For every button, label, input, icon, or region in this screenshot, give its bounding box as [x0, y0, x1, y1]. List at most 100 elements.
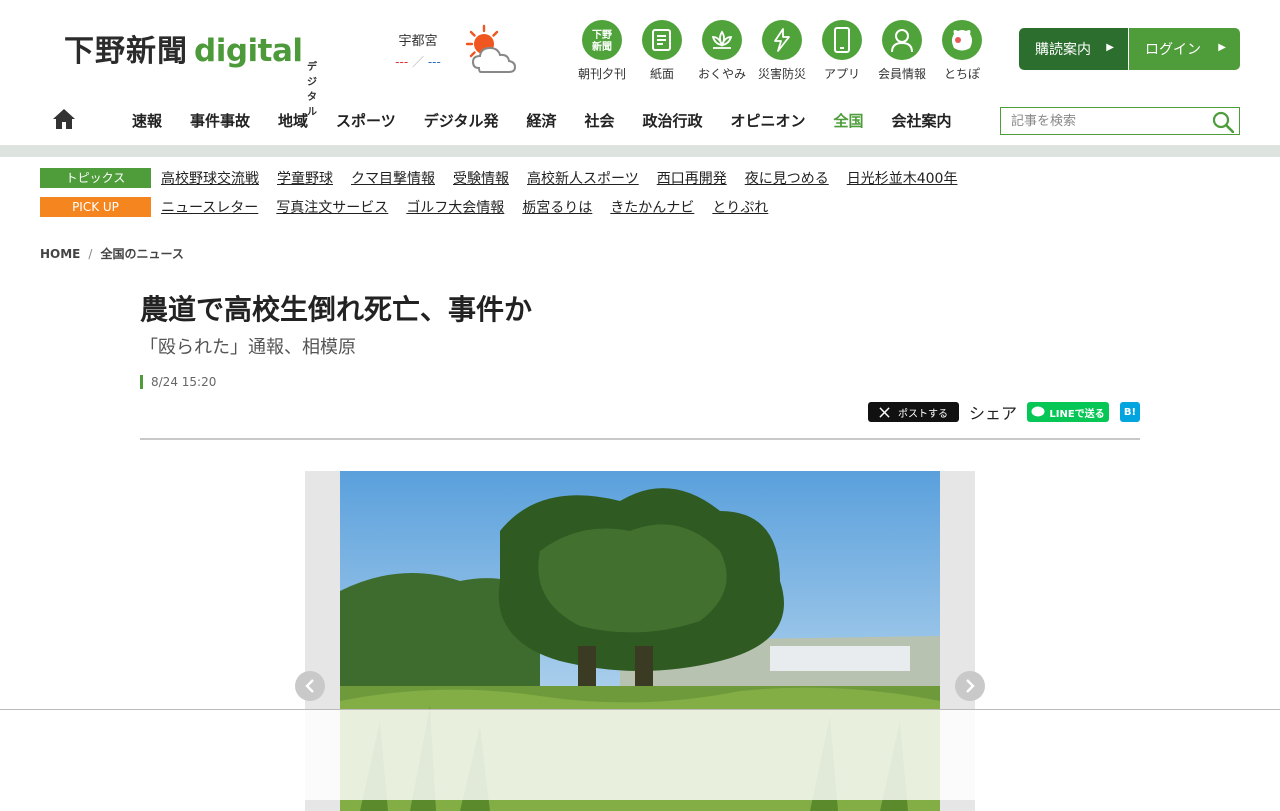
line-send-button[interactable]: LINEで送る	[1027, 402, 1110, 422]
pickup-link[interactable]: とりぷれ	[712, 197, 768, 217]
article-headline: 農道で高校生倒れ死亡、事件か	[140, 293, 533, 326]
topic-link[interactable]: 夜に見つめる	[745, 168, 829, 188]
sun-cloud-icon	[465, 24, 517, 73]
smartphone-icon	[822, 20, 862, 60]
slider-prev-button[interactable]	[295, 671, 325, 701]
login-button[interactable]: ログイン ▶	[1129, 28, 1240, 70]
quick-nav: 下野 新聞 朝刊夕刊 紙面 おくやみ 災害防災 アプリ 会員情報 とちぽ	[572, 20, 992, 82]
share-row: ポストする シェア LINEで送る B!	[868, 400, 1141, 424]
topics-links: 高校野球交流戦 学童野球 クマ目撃情報 受験情報 高校新人スポーツ 西口再開発 …	[161, 168, 975, 188]
article-divider	[140, 438, 1140, 440]
hatena-bookmark-button[interactable]: B!	[1120, 402, 1141, 422]
nav-item[interactable]: 政治行政	[628, 95, 716, 145]
quick-nav-label: 会員情報	[877, 67, 926, 81]
topics-row: トピックス 高校野球交流戦 学童野球 クマ目撃情報 受験情報 高校新人スポーツ …	[40, 167, 975, 189]
nav-item[interactable]: デジタル発	[410, 95, 513, 145]
lotus-icon	[702, 20, 742, 60]
pickup-link[interactable]: きたかんナビ	[610, 197, 694, 217]
nav-item[interactable]: 地域	[264, 95, 322, 145]
disaster-icon	[762, 20, 802, 60]
article-subhead: 「殴られた」通報、相模原	[140, 337, 356, 358]
svg-text:下野: 下野	[592, 29, 612, 41]
site-header: 下野新聞 digital デジタル 宇都宮 --- ／ --- 下野 新聞 朝刊夕…	[0, 0, 1280, 118]
nav-item[interactable]: 速報	[118, 95, 176, 145]
member-icon	[882, 20, 922, 60]
nav-item[interactable]: 事件事故	[176, 95, 264, 145]
weather-high: ---	[395, 55, 409, 69]
site-logo[interactable]: 下野新聞 digital デジタル	[64, 26, 317, 118]
nav-item[interactable]: 社会	[570, 95, 628, 145]
subscribe-button[interactable]: 購読案内 ▶	[1019, 28, 1129, 70]
mascot-icon	[942, 20, 982, 60]
slider-next-button[interactable]	[955, 671, 985, 701]
x-post-button[interactable]: ポストする	[868, 402, 959, 422]
nav-item[interactable]: 会社案内	[878, 95, 966, 145]
quick-nav-label: おくやみ	[697, 67, 746, 81]
svg-text:新聞: 新聞	[592, 40, 612, 53]
pickup-link[interactable]: ニュースレター	[161, 197, 258, 217]
paper-icon	[642, 20, 682, 60]
nav-item[interactable]: スポーツ	[322, 95, 410, 145]
pickup-row: PICK UP ニュースレター 写真注文サービス ゴルフ大会情報 栃宮るりは き…	[40, 196, 786, 218]
nav-band	[0, 145, 1280, 157]
quick-nav-member[interactable]: 会員情報	[872, 20, 932, 82]
x-logo-icon	[879, 406, 890, 418]
topic-link[interactable]: 受験情報	[453, 168, 509, 188]
nav-item[interactable]: オピニオン	[717, 95, 820, 145]
line-send-label: LINEで送る	[1049, 408, 1105, 420]
quick-nav-chokan-yukan[interactable]: 下野 新聞 朝刊夕刊	[572, 20, 632, 82]
article-header: 農道で高校生倒れ死亡、事件か 「殴られた」通報、相模原 8/24 15:20 ポ…	[140, 292, 1141, 423]
triangle-right-icon: ▶	[1106, 42, 1114, 53]
home-icon[interactable]	[52, 108, 76, 130]
logo-digital: digital	[194, 33, 303, 69]
chevron-left-icon	[305, 679, 314, 693]
quick-nav-tochipo[interactable]: とちぽ	[932, 20, 992, 82]
nav-items: 速報 事件事故 地域 スポーツ デジタル発 経済 社会 政治行政 オピニオン 全…	[118, 95, 966, 157]
quick-nav-label: 紙面	[649, 67, 674, 81]
topic-link[interactable]: 日光杉並木400年	[847, 168, 958, 188]
pickup-link[interactable]: ゴルフ大会情報	[406, 197, 504, 217]
article-date: 8/24 15:20	[140, 375, 1140, 389]
nav-item[interactable]: 経済	[512, 95, 570, 145]
pickup-badge: PICK UP	[40, 197, 151, 217]
nav-item[interactable]: 全国	[819, 95, 878, 157]
pickup-links: ニュースレター 写真注文サービス ゴルフ大会情報 栃宮るりは きたかんナビ とり…	[161, 197, 786, 217]
topic-link[interactable]: 西口再開発	[657, 168, 727, 188]
triangle-right-icon: ▶	[1218, 42, 1226, 53]
login-label: ログイン	[1145, 42, 1201, 58]
weather-widget[interactable]: 宇都宮 --- ／ ---	[388, 30, 448, 70]
line-logo-icon	[1031, 406, 1045, 417]
topic-link[interactable]: 高校新人スポーツ	[527, 168, 639, 188]
topic-link[interactable]: クマ目撃情報	[351, 168, 435, 188]
breadcrumb: HOME / 全国のニュース	[40, 245, 184, 262]
search-box	[1000, 107, 1240, 135]
weather-low: ---	[427, 55, 441, 69]
pickup-link[interactable]: 写真注文サービス	[276, 197, 388, 217]
quick-nav-okuyami[interactable]: おくやみ	[692, 20, 752, 82]
quick-nav-shimen[interactable]: 紙面	[632, 20, 692, 82]
topics-badge: トピックス	[40, 168, 151, 188]
newspaper-logo-icon: 下野 新聞	[582, 20, 622, 60]
header-buttons: 購読案内 ▶ ログイン ▶	[1019, 28, 1240, 70]
quick-nav-label: 朝刊夕刊	[577, 67, 626, 81]
quick-nav-label: とちぽ	[943, 67, 980, 81]
search-input[interactable]	[1001, 108, 1206, 134]
topic-link[interactable]: 学童野球	[277, 168, 333, 188]
quick-nav-app[interactable]: アプリ	[812, 20, 872, 82]
x-post-label: ポストする	[898, 408, 948, 420]
bottom-ad-overlay	[0, 709, 1280, 800]
breadcrumb-home[interactable]: HOME	[40, 247, 80, 261]
pickup-link[interactable]: 栃宮るりは	[522, 197, 592, 217]
logo-kanji: 下野新聞	[64, 34, 188, 69]
share-label[interactable]: シェア	[969, 400, 1017, 424]
topic-link[interactable]: 高校野球交流戦	[161, 168, 259, 188]
quick-nav-label: アプリ	[823, 67, 860, 81]
search-icon[interactable]	[1212, 111, 1234, 133]
quick-nav-saigai[interactable]: 災害防災	[752, 20, 812, 82]
subscribe-label: 購読案内	[1035, 42, 1091, 58]
breadcrumb-current[interactable]: 全国のニュース	[100, 245, 183, 262]
breadcrumb-separator: /	[88, 246, 93, 261]
weather-temp: --- ／ ---	[395, 55, 441, 69]
quick-nav-label: 災害防災	[757, 67, 806, 81]
weather-city: 宇都宮	[398, 34, 438, 49]
